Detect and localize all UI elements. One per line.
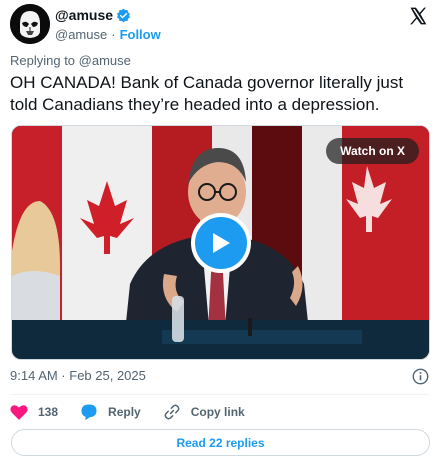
action-bar: 138 Reply Copy link	[10, 402, 429, 422]
watch-on-x-button[interactable]: Watch on X	[326, 138, 419, 164]
follow-button[interactable]: Follow	[120, 27, 161, 42]
replying-prefix: Replying to	[10, 53, 76, 68]
stormtrooper-avatar-icon	[10, 4, 50, 44]
tweet-timestamp[interactable]: 9:14 AM · Feb 25, 2025	[10, 368, 146, 383]
reply-button[interactable]: Reply	[80, 403, 141, 421]
display-name[interactable]: @amuse	[55, 7, 113, 23]
tweet-header: @amuse @amuse · Follow	[10, 4, 430, 44]
handle-row: @amuse	[55, 6, 161, 24]
replying-to: Replying to @amuse	[10, 53, 131, 68]
like-button[interactable]: 138	[10, 404, 58, 420]
heart-icon	[10, 405, 28, 420]
verified-badge-icon	[116, 8, 131, 22]
info-icon[interactable]	[412, 368, 429, 385]
avatar[interactable]	[10, 4, 50, 44]
x-logo-icon[interactable]	[408, 6, 428, 26]
copy-link-button[interactable]: Copy link	[163, 403, 245, 421]
read-replies-button[interactable]: Read 22 replies	[11, 429, 430, 456]
copy-link-label: Copy link	[190, 405, 245, 419]
user-block: @amuse @amuse · Follow	[55, 6, 161, 44]
reply-label: Reply	[108, 405, 141, 419]
reply-bubble-icon	[81, 404, 97, 421]
tweet-card: @amuse @amuse · Follow Replying to @amus…	[0, 0, 437, 466]
username[interactable]: @amuse	[55, 27, 107, 42]
link-icon	[164, 404, 180, 420]
separator-dot: ·	[111, 26, 116, 42]
sub-row: @amuse · Follow	[55, 24, 161, 44]
replying-mention[interactable]: @amuse	[79, 53, 131, 68]
divider	[10, 394, 429, 395]
play-icon	[213, 233, 230, 253]
video-media[interactable]: Watch on X	[11, 125, 430, 360]
like-count: 138	[38, 405, 59, 419]
play-button[interactable]	[191, 213, 251, 273]
tweet-text: OH CANADA! Bank of Canada governor liter…	[10, 73, 404, 114]
